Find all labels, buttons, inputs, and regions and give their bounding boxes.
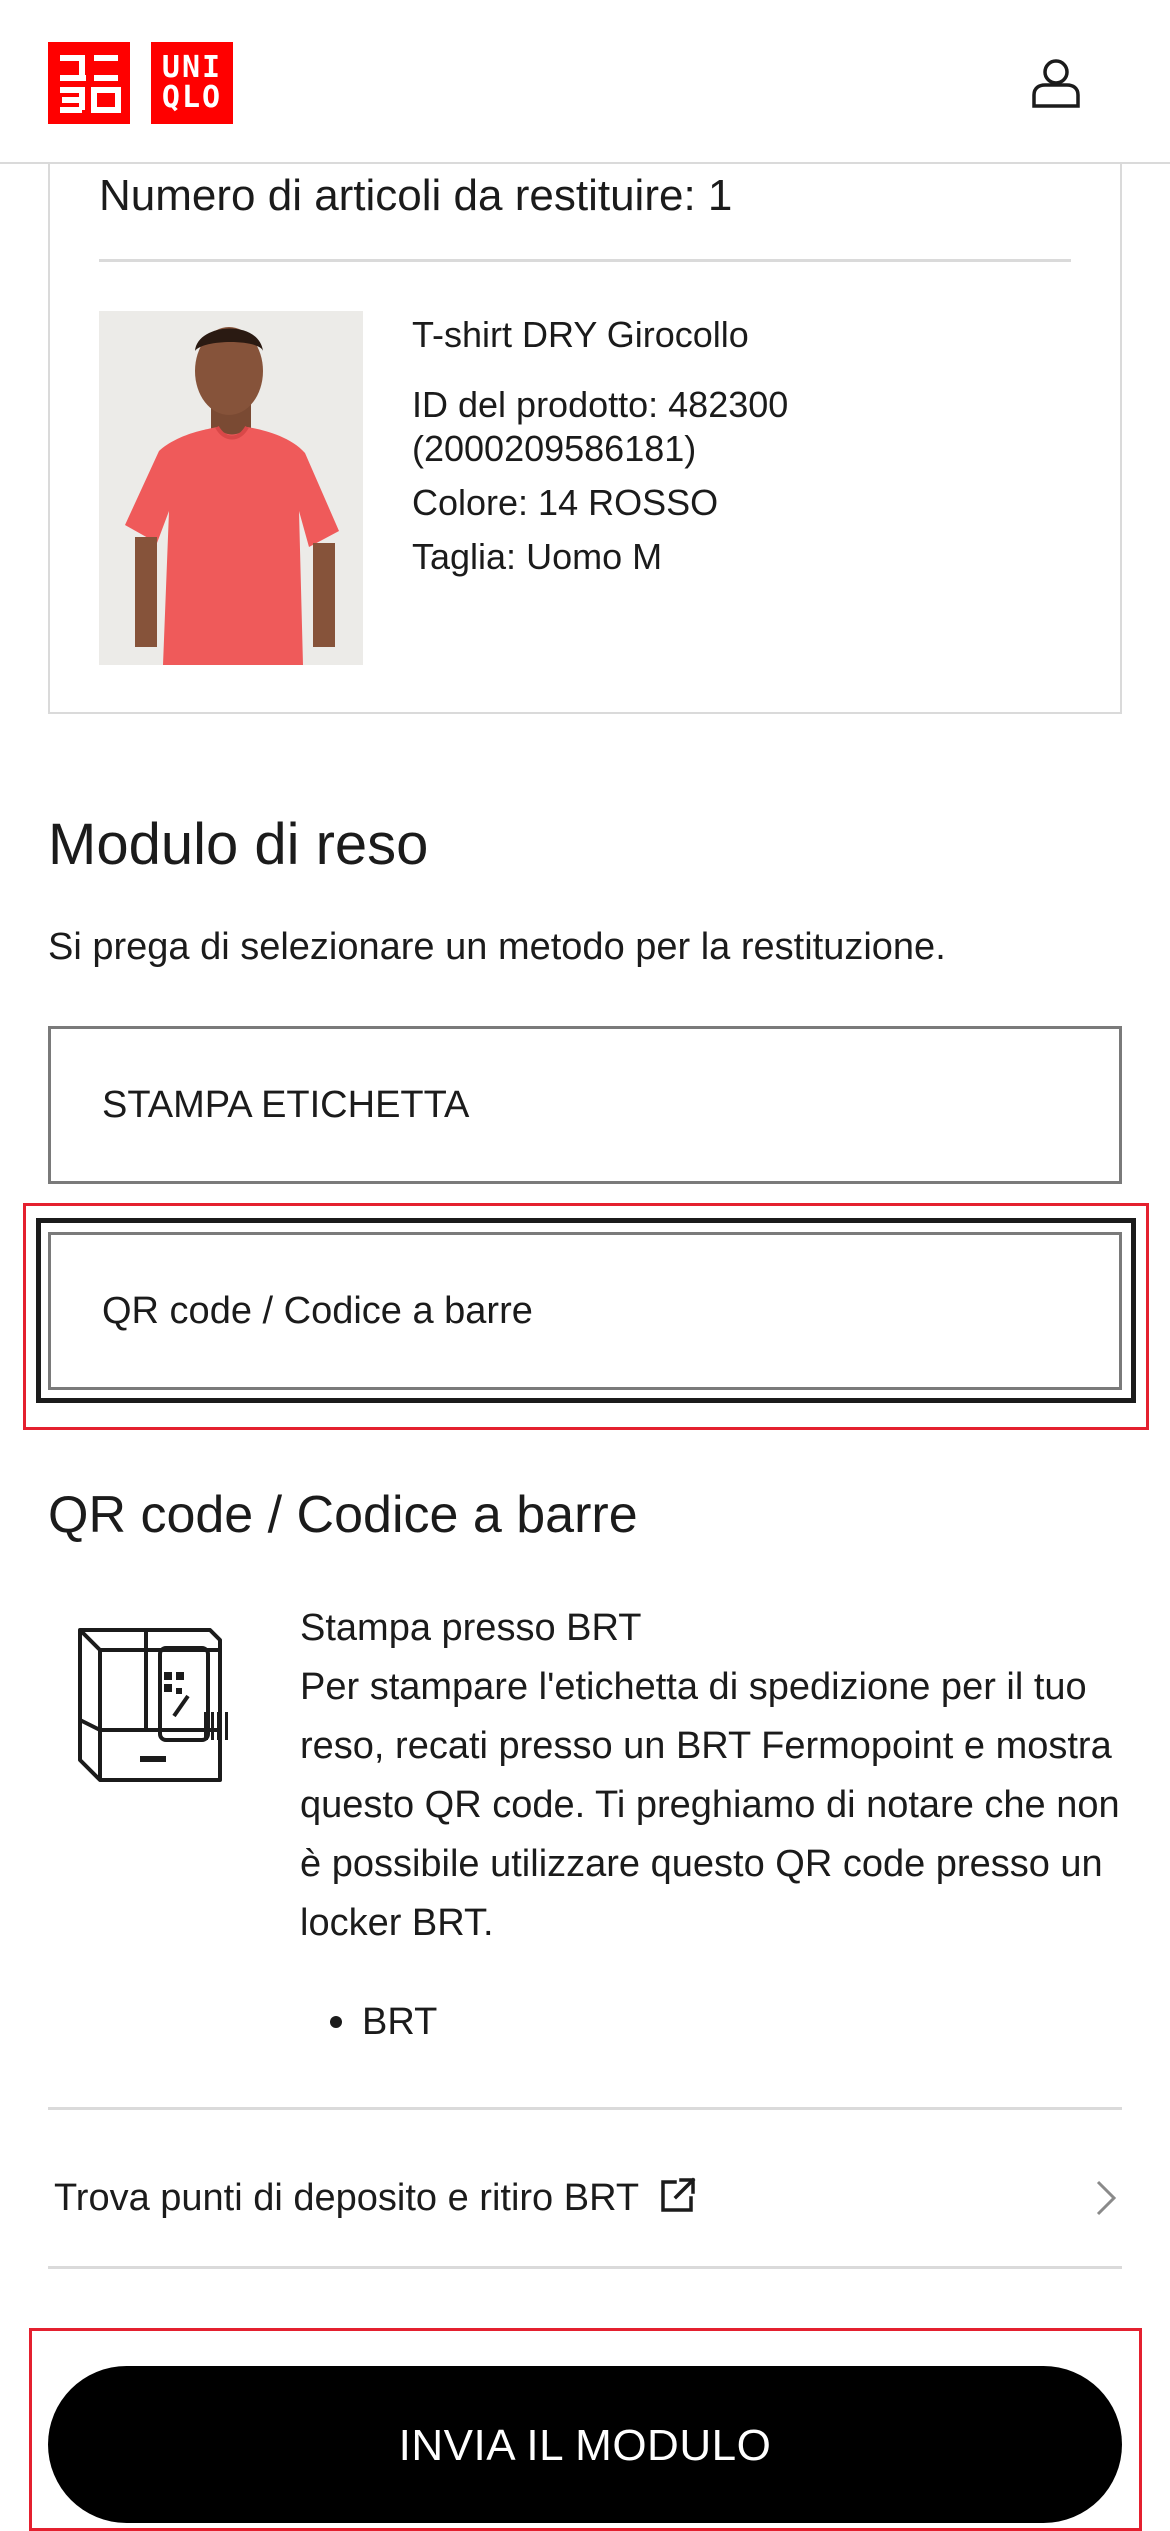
option-print-label-text: STAMPA ETICHETTA — [102, 1084, 470, 1126]
return-form-subtitle: Si prega di selezionare un metodo per la… — [48, 926, 946, 968]
option-print-label[interactable]: STAMPA ETICHETTA — [48, 1026, 1122, 1184]
find-brt-points-link[interactable]: Trova punti di deposito e ritiro BRT — [54, 2168, 1122, 2228]
divider-top — [48, 2107, 1122, 2110]
logo-text-top: UNI — [161, 50, 223, 85]
option-qr-code-text: QR code / Codice a barre — [102, 1290, 533, 1332]
logo-kana-glyphs — [60, 55, 121, 113]
logo-latin-block: UNI QLO — [151, 42, 233, 124]
product-details: ID del prodotto: 482300 (2000209586181) … — [412, 383, 788, 579]
carrier-list-item: BRT — [330, 1998, 437, 2046]
card-divider — [99, 259, 1071, 262]
submit-form-button[interactable]: INVIA IL MODULO — [48, 2366, 1122, 2523]
qr-section-title: QR code / Codice a barre — [48, 1486, 638, 1544]
bullet-icon — [330, 2016, 342, 2028]
logo-text-bottom: QLO — [161, 80, 223, 115]
external-link-icon — [661, 2177, 696, 2212]
items-count-label: Numero di articoli da restituire: 1 — [99, 171, 733, 220]
brt-print-title: Stampa presso BRT — [300, 1607, 642, 1649]
product-code: (2000209586181) — [412, 428, 697, 469]
product-color: Colore: 14 ROSSO — [412, 482, 719, 523]
find-brt-points-label: Trova punti di deposito e ritiro BRT — [54, 2177, 640, 2219]
brt-instructions: Stampa presso BRT Per stampare l'etichet… — [300, 1599, 1130, 1953]
product-id: ID del prodotto: 482300 — [412, 384, 789, 425]
divider-bottom — [48, 2266, 1122, 2269]
return-form-title: Modulo di reso — [48, 812, 429, 877]
product-size: Taglia: Uomo M — [412, 536, 663, 577]
carrier-name: BRT — [362, 2001, 438, 2043]
account-icon[interactable] — [1030, 57, 1082, 109]
product-name: T-shirt DRY Girocollo — [412, 314, 749, 355]
brt-description: Per stampare l'etichetta di spedizione p… — [300, 1666, 1120, 1944]
uniqlo-logo[interactable]: UNI QLO — [48, 42, 233, 124]
chevron-right-icon — [1096, 2180, 1117, 2216]
product-image — [99, 311, 363, 665]
print-kiosk-icon — [78, 1628, 228, 1782]
option-qr-code[interactable]: QR code / Codice a barre — [48, 1232, 1122, 1390]
logo-kana-block — [48, 42, 130, 124]
site-header: UNI QLO — [0, 0, 1170, 164]
